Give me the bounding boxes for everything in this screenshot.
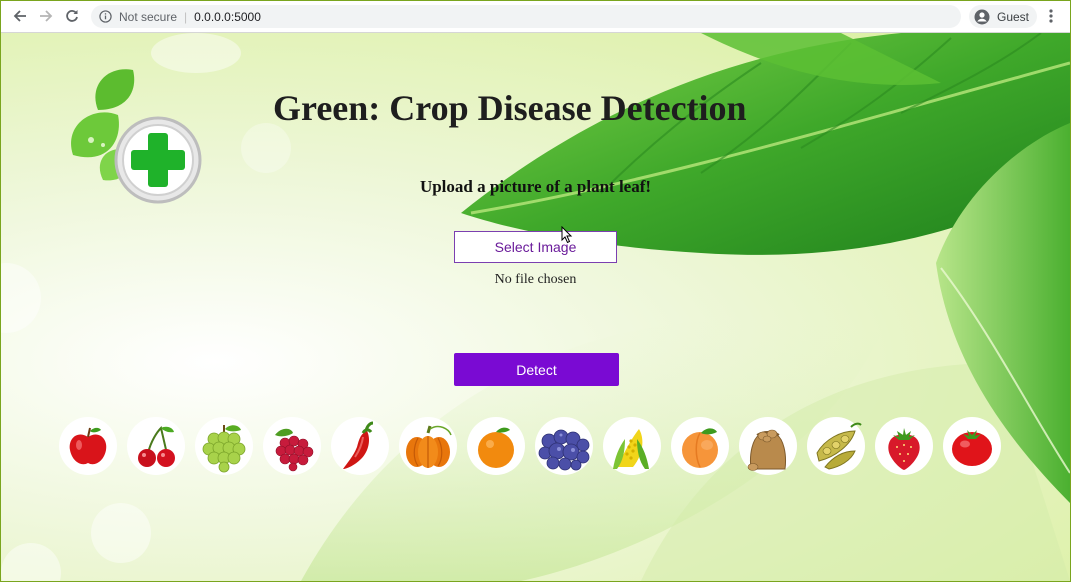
select-image-button[interactable]: Select Image [454,231,617,263]
forward-arrow-icon [40,10,53,22]
browser-menu-button[interactable] [1044,7,1058,25]
url-separator: | [184,9,188,24]
back-button[interactable] [9,6,31,26]
orange-icon [467,417,525,475]
reload-icon [66,10,78,22]
more-vert-icon [1049,9,1053,23]
upload-instruction: Upload a picture of a plant leaf! [419,177,652,196]
pepper-icon [331,417,389,475]
blueberry-icon [535,417,593,475]
reload-button[interactable] [61,6,83,26]
strawberry-icon [875,417,933,475]
browser-toolbar: Not secure | 0.0.0.0:5000 Guest [1,1,1070,33]
grapes-icon [195,417,253,475]
tomato-icon [943,417,1001,475]
profile-button[interactable]: Guest [969,5,1037,28]
info-icon[interactable] [99,10,112,23]
soybean-icon [807,417,865,475]
mouse-cursor-icon [561,226,573,244]
file-status-text: No file chosen [494,272,577,287]
browser-window: Not secure | 0.0.0.0:5000 Guest Green: C… [0,0,1071,582]
potato-icon [739,417,797,475]
url-text[interactable]: 0.0.0.0:5000 [194,10,261,24]
corn-icon [603,417,661,475]
profile-avatar-icon [974,9,990,24]
apple-icon [59,417,117,475]
page-title: Green: Crop Disease Detection [273,88,747,128]
detect-button[interactable]: Detect [454,353,619,386]
security-label: Not secure [119,9,178,24]
back-arrow-icon [13,10,26,22]
raspberry-icon [263,417,321,475]
page-content: Green: Crop Disease Detection Upload a p… [1,33,1070,581]
peach-icon [671,417,729,475]
cherry-icon [127,417,185,475]
forward-button[interactable] [35,6,57,26]
address-bar[interactable]: Not secure | 0.0.0.0:5000 [91,5,961,28]
profile-label: Guest [997,9,1030,24]
pumpkin-icon [399,417,457,475]
